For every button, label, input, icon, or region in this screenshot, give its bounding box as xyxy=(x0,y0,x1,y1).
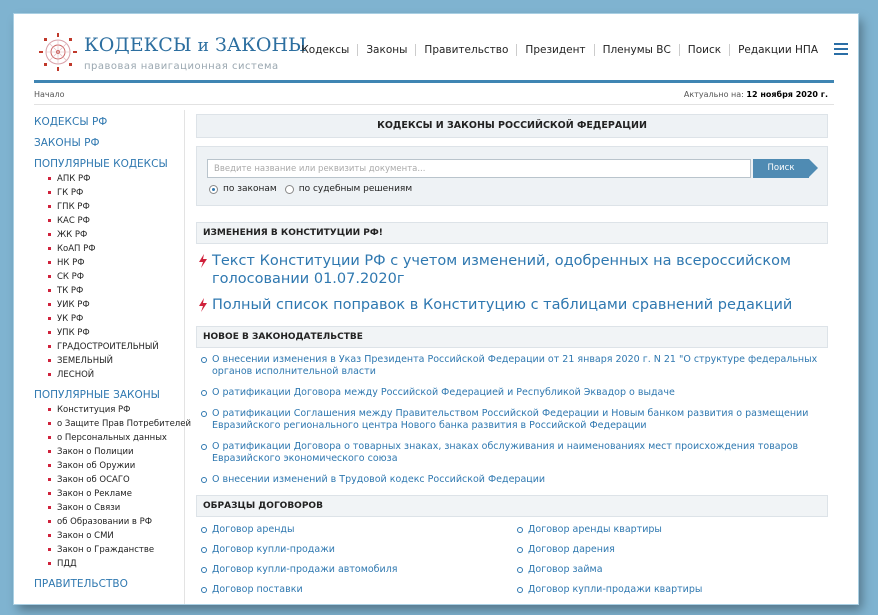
search-mode: по законам по судебным решениям xyxy=(209,184,420,194)
sidebar-divider xyxy=(184,110,185,604)
contracts-header: ОБРАЗЦЫ ДОГОВОРОВ xyxy=(196,495,828,517)
contract-item[interactable]: Договор поставки xyxy=(196,583,512,603)
sidebar-law-item[interactable]: Закон об Оружии xyxy=(48,459,184,473)
news-item[interactable]: О ратификации Договора о товарных знаках… xyxy=(196,441,828,465)
news-item[interactable]: О внесении изменений в Трудовой кодекс Р… xyxy=(196,474,828,486)
radio-laws[interactable] xyxy=(209,184,218,194)
sidebar-code-item[interactable]: ГРАДОСТРОИТЕЛЬНЫЙ xyxy=(48,340,184,354)
constitution-link[interactable]: Полный список поправок в Конституцию с т… xyxy=(196,296,828,314)
sidebar-code-item[interactable]: КАС РФ xyxy=(48,214,184,228)
sidebar-law-item[interactable]: Закон об ОСАГО xyxy=(48,473,184,487)
sidebar-code-item[interactable]: ЛЕСНОЙ xyxy=(48,368,184,382)
logo-icon[interactable] xyxy=(36,30,80,74)
lightning-icon xyxy=(199,298,207,312)
sidebar-law-item[interactable]: о Защите Прав Потребителей xyxy=(48,417,191,431)
contract-item[interactable]: Договор займа xyxy=(512,563,828,583)
news-list: О внесении изменения в Указ Президента Р… xyxy=(196,354,828,486)
sidebar-law-item[interactable]: Закон о СМИ xyxy=(48,529,184,543)
main-content: КОДЕКСЫ И ЗАКОНЫ РОССИЙСКОЙ ФЕДЕРАЦИИ Вв… xyxy=(196,114,828,603)
contract-item[interactable]: Договор аренды квартиры xyxy=(512,523,828,543)
sidebar-law-item[interactable]: об Образовании в РФ xyxy=(48,515,184,529)
radio-laws-label[interactable]: по законам xyxy=(223,184,277,194)
brand-word-1: КОДЕКСЫ xyxy=(84,34,192,56)
sidebar-law-item[interactable]: о Персональных данных xyxy=(48,431,184,445)
subbar: Начало Актуально на: 12 ноября 2020 г. xyxy=(34,84,834,104)
news-header: НОВОЕ В ЗАКОНОДАТЕЛЬСТВЕ xyxy=(196,326,828,348)
sidebar-law-item[interactable]: Закон о Гражданстве xyxy=(48,543,184,557)
lightning-icon xyxy=(199,254,207,268)
sidebar-code-item[interactable]: УК РФ xyxy=(48,312,184,326)
browser-frame: КОДЕКСЫ и ЗАКОНЫ правовая навигационная … xyxy=(14,14,858,604)
top-nav: Кодексы Законы Правительство Президент П… xyxy=(293,44,826,56)
sidebar-law-item[interactable]: Закон о Рекламе xyxy=(48,487,184,501)
actual-date-label: Актуально на: xyxy=(683,90,744,99)
sidebar-code-item[interactable]: НК РФ xyxy=(48,256,184,270)
brand-word-2: и xyxy=(197,36,209,56)
search-button[interactable]: Поиск xyxy=(753,159,818,178)
nav-item-editions[interactable]: Редакции НПА xyxy=(729,44,826,56)
sidebar-code-item[interactable]: ГПК РФ xyxy=(48,200,184,214)
sidebar-code-item[interactable]: УИК РФ xyxy=(48,298,184,312)
sidebar-heading-popular-laws[interactable]: ПОПУЛЯРНЫЕ ЗАКОНЫ xyxy=(34,387,184,403)
nav-item-president[interactable]: Президент xyxy=(516,44,593,56)
popular-codes-list: АПК РФ ГК РФ ГПК РФ КАС РФ ЖК РФ КоАП РФ… xyxy=(34,172,184,382)
contract-item[interactable]: Договор купли-продажи квартиры xyxy=(512,583,828,603)
contracts-column-left: Договор аренды Договор купли-продажи Дог… xyxy=(196,523,512,603)
sidebar-code-item[interactable]: АПК РФ xyxy=(48,172,184,186)
subbar-divider xyxy=(34,104,834,105)
sidebar-link-government[interactable]: ПРАВИТЕЛЬСТВО xyxy=(34,576,184,592)
contract-item[interactable]: Договор купли-продажи автомобиля xyxy=(196,563,512,583)
constitution-link-text[interactable]: Текст Конституции РФ с учетом изменений,… xyxy=(212,253,791,287)
news-item[interactable]: О ратификации Договора между Российской … xyxy=(196,387,828,399)
hamburger-menu-icon[interactable] xyxy=(834,43,848,55)
search-input[interactable]: Введите название или реквизиты документа… xyxy=(207,159,751,178)
news-item[interactable]: О внесении изменения в Указ Президента Р… xyxy=(196,354,828,378)
nav-item-codes[interactable]: Кодексы xyxy=(293,44,357,56)
sidebar-code-item[interactable]: ТК РФ xyxy=(48,284,184,298)
search-panel: Введите название или реквизиты документа… xyxy=(196,146,828,206)
site-title[interactable]: КОДЕКСЫ и ЗАКОНЫ xyxy=(84,34,307,56)
actual-date: Актуально на: 12 ноября 2020 г. xyxy=(684,90,828,99)
news-item[interactable]: О ратификации Соглашения между Правитель… xyxy=(196,408,828,432)
radio-courts[interactable] xyxy=(284,184,294,194)
tagline: правовая навигационная система xyxy=(84,61,279,72)
page: КОДЕКСЫ и ЗАКОНЫ правовая навигационная … xyxy=(34,14,848,604)
nav-item-search[interactable]: Поиск xyxy=(678,44,729,56)
nav-item-laws[interactable]: Законы xyxy=(357,44,415,56)
contract-item[interactable]: Договор дарения xyxy=(512,543,828,563)
header-divider xyxy=(34,80,834,83)
sidebar-law-item[interactable]: Конституция РФ xyxy=(48,403,184,417)
constitution-header: ИЗМЕНЕНИЯ В КОНСТИТУЦИИ РФ! xyxy=(196,222,828,244)
popular-laws-list: Конституция РФ о Защите Прав Потребителе… xyxy=(34,403,191,571)
sidebar-law-item[interactable]: Закон о Полиции xyxy=(48,445,184,459)
sidebar-code-item[interactable]: СК РФ xyxy=(48,270,184,284)
breadcrumb[interactable]: Начало xyxy=(34,90,65,99)
nav-item-plenums[interactable]: Пленумы ВС xyxy=(593,44,679,56)
actual-date-value: 12 ноября 2020 г. xyxy=(746,90,828,99)
contracts-column-right: Договор аренды квартиры Договор дарения … xyxy=(512,523,828,603)
nav-item-government[interactable]: Правительство xyxy=(415,44,516,56)
sidebar-link-codes-rf[interactable]: КОДЕКСЫ РФ xyxy=(34,114,184,130)
sidebar-code-item[interactable]: ГК РФ xyxy=(48,186,184,200)
sidebar-code-item[interactable]: ЗЕМЕЛЬНЫЙ xyxy=(48,354,184,368)
radio-courts-label[interactable]: по судебным решениям xyxy=(299,184,412,194)
contract-item[interactable]: Договор аренды xyxy=(196,523,512,543)
page-title: КОДЕКСЫ И ЗАКОНЫ РОССИЙСКОЙ ФЕДЕРАЦИИ xyxy=(196,114,828,138)
contract-item[interactable]: Договор купли-продажи xyxy=(196,543,512,563)
contracts-grid: Договор аренды Договор купли-продажи Дог… xyxy=(196,523,828,603)
constitution-link[interactable]: Текст Конституции РФ с учетом изменений,… xyxy=(196,252,828,288)
sidebar-code-item[interactable]: УПК РФ xyxy=(48,326,184,340)
sidebar: КОДЕКСЫ РФ ЗАКОНЫ РФ ПОПУЛЯРНЫЕ КОДЕКСЫ … xyxy=(34,110,191,604)
sidebar-link-laws-rf[interactable]: ЗАКОНЫ РФ xyxy=(34,135,184,151)
sidebar-code-item[interactable]: ЖК РФ xyxy=(48,228,184,242)
sidebar-code-item[interactable]: КоАП РФ xyxy=(48,242,184,256)
sidebar-law-item[interactable]: Закон о Связи xyxy=(48,501,184,515)
constitution-link-text[interactable]: Полный список поправок в Конституцию с т… xyxy=(212,297,792,313)
sidebar-heading-popular-codes[interactable]: ПОПУЛЯРНЫЕ КОДЕКСЫ xyxy=(34,156,184,172)
sidebar-law-item[interactable]: ПДД xyxy=(48,557,184,571)
